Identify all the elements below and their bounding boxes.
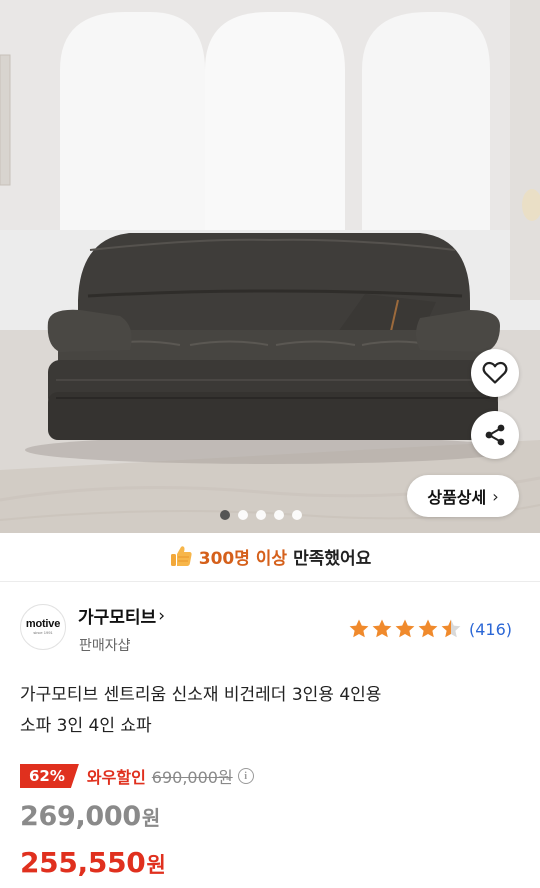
seller-logo[interactable]: motive since 1991 [20,604,66,650]
share-button[interactable] [471,411,519,459]
product-title: 가구모티브 센트리움 신소재 비건레더 3인용 4인용 소파 3인 4인 쇼파 [20,680,520,742]
final-price-value: 255,550 [20,846,146,879]
product-image-carousel[interactable]: 상품상세 › [0,0,540,533]
sale-price-unit: 원 [141,806,161,830]
section-divider [0,581,540,582]
satisfaction-text: 만족했어요 [293,548,372,569]
chevron-right-icon: › [492,486,499,506]
discount-row: 62% 와우할인 690,000원 i [20,764,254,788]
product-detail-button[interactable]: 상품상세 › [407,475,519,517]
seller-logo-text: motive [25,618,61,630]
rating-summary[interactable]: (416) [348,618,512,640]
product-detail-label: 상품상세 [427,488,487,507]
carousel-indicator [220,510,302,520]
sale-price-value: 269,000 [20,801,141,832]
carousel-dot-active[interactable] [220,510,230,520]
carousel-dot[interactable] [238,510,248,520]
chevron-right-icon: › [158,605,166,626]
sofa-product-photo [0,0,540,533]
sale-price: 269,000 원 [20,801,160,832]
carousel-dot[interactable] [274,510,284,520]
satisfaction-highlight: 300명 이상 [198,548,288,569]
promo-label: 와우할인 [86,768,146,787]
star-rating-icon [349,619,461,638]
carousel-dot[interactable] [256,510,266,520]
product-title-line: 가구모티브 센트리움 신소재 비건레더 3인용 4인용 [20,685,382,705]
original-price: 690,000원 [151,768,233,787]
info-icon[interactable]: i [237,768,254,784]
seller-type: 판매자샵 [79,638,131,654]
thumbs-up-icon [170,546,192,566]
product-title-line: 소파 3인 4인 쇼파 [20,716,152,736]
satisfaction-banner: 300명 이상 만족했어요 [0,533,540,579]
heart-icon [482,361,508,384]
final-price: 255,550 원 [20,846,166,879]
carousel-dot[interactable] [292,510,302,520]
share-icon [485,424,505,446]
wishlist-button[interactable] [471,349,519,397]
review-count: (416) [469,619,513,639]
discount-badge: 62% [20,764,79,788]
seller-name-link[interactable]: 가구모티브 › [78,603,166,629]
seller-logo-subtext: since 1991 [33,630,53,635]
final-price-unit: 원 [146,853,166,877]
seller-name: 가구모티브 [78,608,157,628]
